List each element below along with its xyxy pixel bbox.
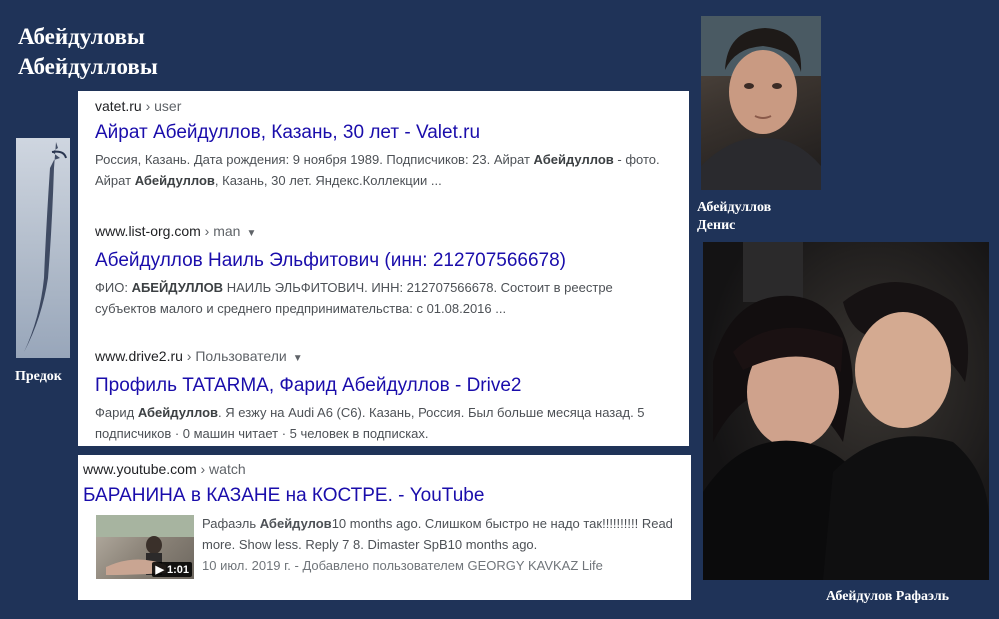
search-result: vatet.ru › user Айрат Абейдуллов, Казань… [95, 97, 675, 191]
rafael-caption: Абейдулов Рафаэль [826, 589, 950, 604]
page-title-line2: Абейдулловы [18, 54, 158, 79]
denis-caption: Абейдуллов Денис [697, 200, 772, 233]
search-result: www.list-org.com › man ▼ Абейдуллов Наиль… [95, 222, 675, 319]
snippet-highlight: Абейдуллов [134, 173, 215, 188]
snippet-highlight: Абейдуллов [533, 152, 614, 167]
result-url[interactable]: vatet.ru › user [95, 97, 675, 115]
page-title-line1: Абейдуловы [18, 24, 145, 49]
result-title-link[interactable]: Профиль TATARMA, Фарид Абейдуллов - Driv… [95, 374, 675, 398]
search-results-panel: vatet.ru › user Айрат Абейдуллов, Казань… [78, 91, 689, 446]
chevron-down-icon[interactable]: ▼ [293, 353, 303, 364]
ancestor-saber-photo [16, 138, 70, 358]
result-title-link[interactable]: Абейдуллов Наиль Эльфитович (инн: 212707… [95, 249, 675, 273]
video-thumbnail[interactable]: ▶ 1:01 [96, 515, 194, 579]
couple-image [703, 242, 989, 580]
youtube-result-panel: www.youtube.com › watch БАРАНИНА в КАЗАН… [78, 455, 691, 600]
result-url[interactable]: www.drive2.ru › Пользователи ▼ [95, 347, 675, 368]
ancestor-caption: Предок [15, 369, 62, 384]
search-result: www.drive2.ru › Пользователи ▼ Профиль TA… [95, 347, 675, 444]
saber-icon [24, 142, 67, 352]
snippet-highlight: АБЕЙДУЛЛОВ [131, 280, 224, 295]
denis-photo [701, 16, 821, 190]
result-snippet: Фарид Абейдуллов. Я езжу на Audi A6 (C6)… [95, 405, 645, 441]
result-snippet: ФИО: АБЕЙДУЛЛОВ НАИЛЬ ЭЛЬФИТОВИЧ. ИНН: 2… [95, 280, 613, 316]
result-title-link[interactable]: Айрат Абейдуллов, Казань, 30 лет - Valet… [95, 121, 675, 145]
video-duration: ▶ 1:01 [152, 562, 192, 577]
result-date: 10 июл. 2019 г. - Добавлено пользователе… [202, 558, 603, 573]
snippet-highlight: Абейдуллов [137, 405, 219, 420]
result-snippet: Рафаэль Абейдулов10 months ago. Слишком … [202, 516, 673, 573]
rafael-photo [703, 242, 989, 580]
result-title-link[interactable]: БАРАНИНА в КАЗАНЕ на КОСТРЕ. - YouTube [83, 484, 663, 508]
youtube-result: www.youtube.com › watch БАРАНИНА в КАЗАН… [83, 460, 663, 508]
chevron-down-icon[interactable]: ▼ [246, 228, 256, 239]
page-title: Абейдуловы Абейдулловы [18, 22, 158, 82]
result-snippet: Россия, Казань. Дата рождения: 9 ноября … [95, 152, 660, 188]
result-url[interactable]: www.youtube.com › watch [83, 460, 663, 478]
result-url[interactable]: www.list-org.com › man ▼ [95, 222, 675, 243]
portrait-image [701, 16, 821, 190]
